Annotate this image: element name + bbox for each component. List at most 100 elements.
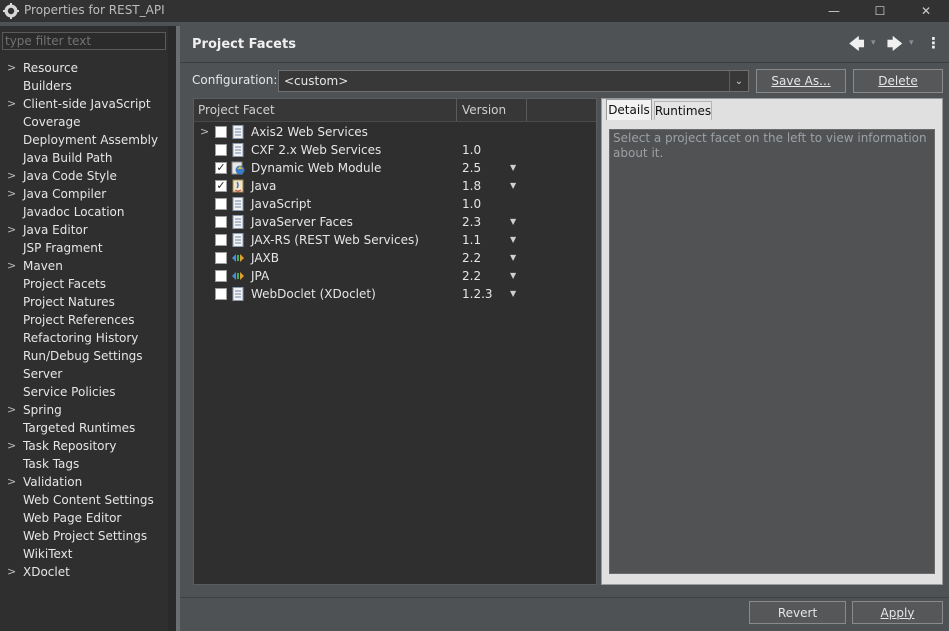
- sidebar-item-client-side-javascript[interactable]: > Client-side JavaScript: [0, 95, 168, 113]
- maximize-button[interactable]: ☐: [857, 0, 903, 22]
- configuration-select[interactable]: <custom> ⌄: [278, 70, 749, 92]
- chevron-right-icon[interactable]: >: [7, 59, 16, 77]
- chevron-right-icon[interactable]: >: [7, 401, 16, 419]
- sidebar-item-java-code-style[interactable]: > Java Code Style: [0, 167, 168, 185]
- table-row[interactable]: JavaScript 1.0: [194, 195, 596, 213]
- facet-checkbox[interactable]: [215, 270, 227, 282]
- table-row[interactable]: WebDoclet (XDoclet) 1.2.3 ▼: [194, 285, 596, 303]
- chevron-right-icon[interactable]: >: [7, 473, 16, 491]
- version-dropdown-icon[interactable]: ▼: [510, 267, 516, 285]
- facet-checkbox[interactable]: ✓: [215, 180, 227, 192]
- facet-version[interactable]: 2.5: [462, 159, 481, 177]
- sidebar-item-xdoclet[interactable]: > XDoclet: [0, 563, 168, 581]
- chevron-right-icon[interactable]: >: [7, 167, 16, 185]
- facet-version[interactable]: 1.2.3: [462, 285, 493, 303]
- sidebar-item-coverage[interactable]: Coverage: [0, 113, 168, 131]
- sidebar-item-web-project-settings[interactable]: Web Project Settings: [0, 527, 168, 545]
- sidebar-item-java-editor[interactable]: > Java Editor: [0, 221, 168, 239]
- facet-version[interactable]: 2.2: [462, 249, 481, 267]
- facet-version[interactable]: 2.2: [462, 267, 481, 285]
- tab-runtimes[interactable]: Runtimes: [654, 101, 712, 120]
- version-dropdown-icon[interactable]: ▼: [510, 231, 516, 249]
- chevron-right-icon[interactable]: >: [7, 221, 16, 239]
- back-arrow-icon[interactable]: 🡄: [849, 34, 865, 59]
- chevron-right-icon[interactable]: >: [7, 185, 16, 203]
- facet-checkbox[interactable]: [215, 126, 227, 138]
- tab-details[interactable]: Details: [606, 99, 652, 120]
- sidebar-item-project-natures[interactable]: Project Natures: [0, 293, 168, 311]
- filter-input[interactable]: [2, 32, 166, 50]
- sidebar-item-builders[interactable]: Builders: [0, 77, 168, 95]
- apply-button[interactable]: Apply: [852, 601, 943, 624]
- sidebar-item-resource[interactable]: > Resource: [0, 59, 168, 77]
- table-row[interactable]: JAX-RS (REST Web Services) 1.1 ▼: [194, 231, 596, 249]
- left-scrollbar[interactable]: [168, 26, 176, 631]
- table-row[interactable]: ✓ Java 1.8 ▼: [194, 177, 596, 195]
- sidebar-item-label: Validation: [23, 475, 83, 489]
- facet-checkbox[interactable]: [215, 288, 227, 300]
- version-dropdown-icon[interactable]: ▼: [510, 285, 516, 303]
- minimize-button[interactable]: —: [811, 0, 857, 22]
- facet-checkbox[interactable]: [215, 198, 227, 210]
- sidebar-item-maven[interactable]: > Maven: [0, 257, 168, 275]
- chevron-right-icon[interactable]: >: [7, 257, 16, 275]
- back-dropdown-icon[interactable]: ▾: [871, 38, 876, 48]
- column-header-project-facet[interactable]: Project Facet: [198, 103, 275, 117]
- sidebar-item-web-page-editor[interactable]: Web Page Editor: [0, 509, 168, 527]
- column-header-version[interactable]: Version: [462, 103, 506, 117]
- table-row[interactable]: JAXB 2.2 ▼: [194, 249, 596, 267]
- sidebar-item-project-facets[interactable]: Project Facets: [0, 275, 168, 293]
- chevron-right-icon[interactable]: >: [7, 437, 16, 455]
- close-button[interactable]: ✕: [903, 0, 949, 22]
- sidebar-item-task-repository[interactable]: > Task Repository: [0, 437, 168, 455]
- forward-dropdown-icon[interactable]: ▾: [909, 38, 914, 48]
- table-row[interactable]: CXF 2.x Web Services 1.0: [194, 141, 596, 159]
- sidebar-item-server[interactable]: Server: [0, 365, 168, 383]
- sidebar-item-spring[interactable]: > Spring: [0, 401, 168, 419]
- forward-arrow-icon[interactable]: 🡆: [887, 34, 903, 59]
- sidebar-item-task-tags[interactable]: Task Tags: [0, 455, 168, 473]
- version-dropdown-icon[interactable]: ▼: [510, 159, 516, 177]
- sidebar-item-service-policies[interactable]: Service Policies: [0, 383, 168, 401]
- sidebar-item-targeted-runtimes[interactable]: Targeted Runtimes: [0, 419, 168, 437]
- chevron-right-icon[interactable]: >: [7, 563, 16, 581]
- sidebar-item-web-content-settings[interactable]: Web Content Settings: [0, 491, 168, 509]
- version-dropdown-icon[interactable]: ▼: [510, 177, 516, 195]
- sidebar-item-javadoc-location[interactable]: Javadoc Location: [0, 203, 168, 221]
- facet-checkbox[interactable]: [215, 252, 227, 264]
- facet-checkbox[interactable]: [215, 144, 227, 156]
- facet-version[interactable]: 1.0: [462, 141, 481, 159]
- view-menu-icon[interactable]: ⋮: [926, 34, 941, 52]
- save-as-button[interactable]: Save As...: [756, 69, 846, 93]
- table-row[interactable]: > Axis2 Web Services: [194, 123, 596, 141]
- facet-version[interactable]: 2.3: [462, 213, 481, 231]
- chevron-right-icon[interactable]: >: [7, 95, 16, 113]
- facet-version[interactable]: 1.0: [462, 195, 481, 213]
- sidebar-item-java-compiler[interactable]: > Java Compiler: [0, 185, 168, 203]
- version-dropdown-icon[interactable]: ▼: [510, 249, 516, 267]
- facet-version[interactable]: 1.8: [462, 177, 481, 195]
- column-divider[interactable]: [526, 99, 527, 121]
- sidebar-item-deployment-assembly[interactable]: Deployment Assembly: [0, 131, 168, 149]
- sash-splitter[interactable]: [176, 26, 180, 631]
- chevron-down-icon[interactable]: ⌄: [729, 71, 748, 91]
- sidebar-item-refactoring-history[interactable]: Refactoring History: [0, 329, 168, 347]
- facet-checkbox[interactable]: ✓: [215, 162, 227, 174]
- table-row[interactable]: JavaServer Faces 2.3 ▼: [194, 213, 596, 231]
- table-row[interactable]: ✓ Dynamic Web Module 2.5 ▼: [194, 159, 596, 177]
- sidebar-item-run-debug-settings[interactable]: Run/Debug Settings: [0, 347, 168, 365]
- version-dropdown-icon[interactable]: ▼: [510, 213, 516, 231]
- delete-button[interactable]: Delete: [853, 69, 943, 93]
- sidebar-item-validation[interactable]: > Validation: [0, 473, 168, 491]
- sidebar-item-jsp-fragment[interactable]: JSP Fragment: [0, 239, 168, 257]
- table-row[interactable]: JPA 2.2 ▼: [194, 267, 596, 285]
- facet-version[interactable]: 1.1: [462, 231, 481, 249]
- facet-checkbox[interactable]: [215, 216, 227, 228]
- revert-button[interactable]: Revert: [749, 601, 846, 624]
- sidebar-item-wikitext[interactable]: WikiText: [0, 545, 168, 563]
- chevron-right-icon[interactable]: >: [200, 123, 209, 141]
- sidebar-item-project-references[interactable]: Project References: [0, 311, 168, 329]
- sidebar-item-java-build-path[interactable]: Java Build Path: [0, 149, 168, 167]
- column-divider[interactable]: [456, 99, 457, 121]
- facet-checkbox[interactable]: [215, 234, 227, 246]
